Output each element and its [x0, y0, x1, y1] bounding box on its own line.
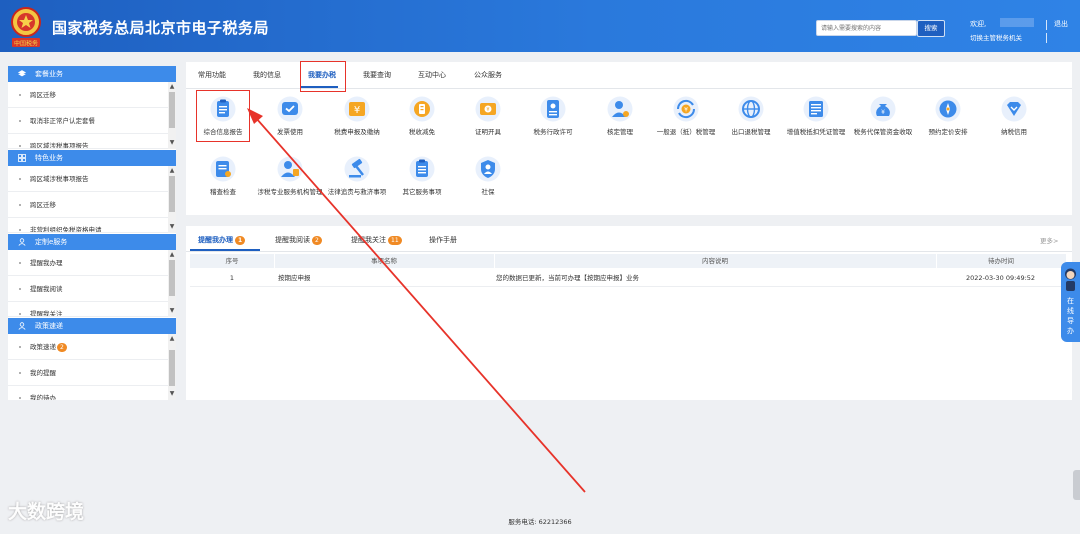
assistant-avatar-icon	[1065, 268, 1076, 291]
online-guide-label: 在线导办	[1067, 297, 1074, 335]
annotation-arrow	[247, 108, 586, 493]
online-guide-button[interactable]: 在线导办	[1061, 262, 1080, 342]
side-drawer-tab[interactable]	[1073, 470, 1080, 500]
footer-phone: 服务电话: 62212366	[508, 518, 572, 526]
